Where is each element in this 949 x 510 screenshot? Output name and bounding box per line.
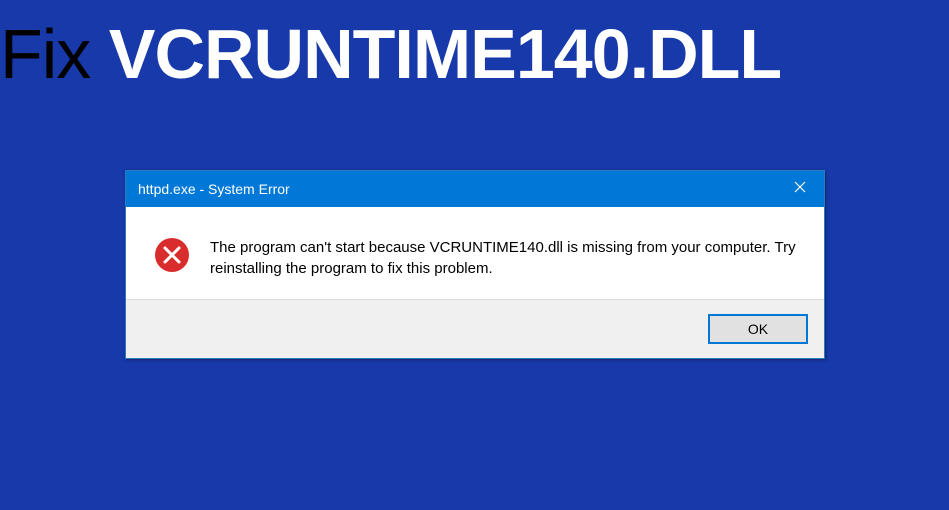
error-message: The program can't start because VCRUNTIM…	[210, 235, 804, 279]
error-dialog: httpd.exe - System Error The program can…	[125, 170, 825, 359]
dialog-footer: OK	[126, 299, 824, 358]
ok-button[interactable]: OK	[708, 314, 808, 344]
close-icon	[794, 180, 806, 198]
dialog-title: httpd.exe - System Error	[138, 181, 290, 197]
page-heading: Fix VCRUNTIME140.DLL	[0, 14, 781, 94]
heading-dll: VCRUNTIME140.DLL	[109, 15, 781, 93]
error-icon	[154, 237, 190, 273]
dialog-body: The program can't start because VCRUNTIM…	[126, 207, 824, 299]
dialog-titlebar[interactable]: httpd.exe - System Error	[126, 171, 824, 207]
close-button[interactable]	[776, 171, 824, 207]
heading-fix: Fix	[0, 15, 109, 93]
